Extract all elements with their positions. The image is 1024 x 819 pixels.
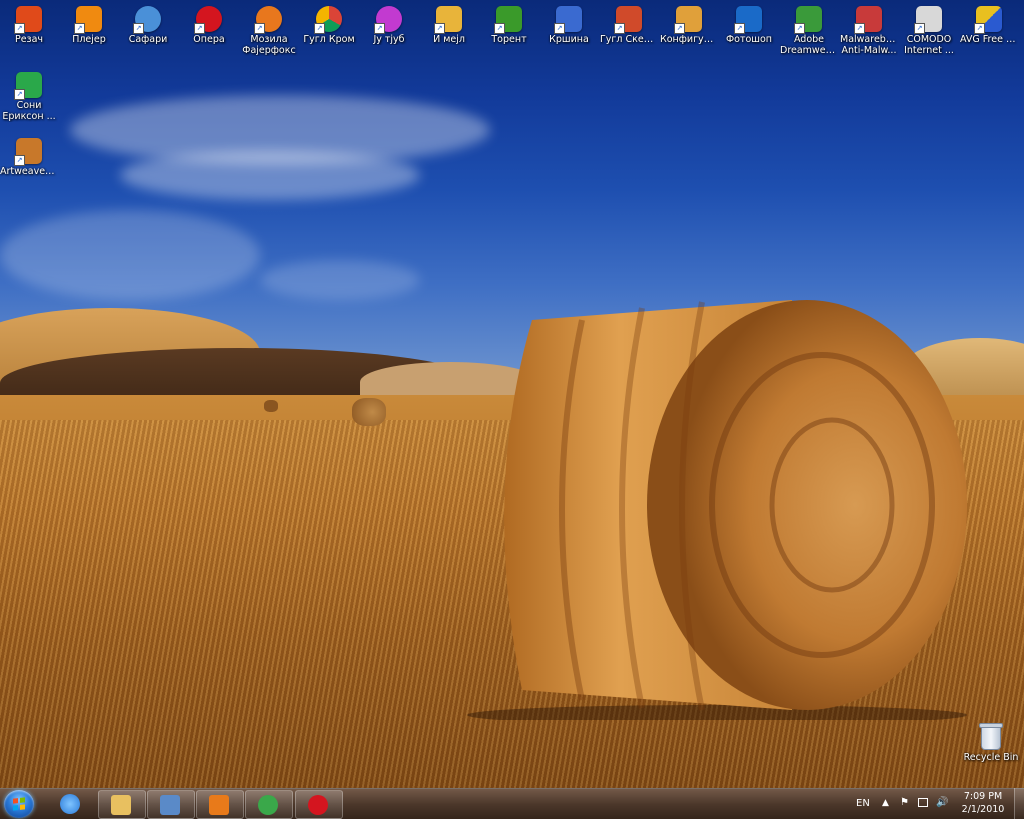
show-hidden-icons-icon[interactable]: ▲ (882, 798, 892, 808)
desktop-icon[interactable]: ↗ Фотошоп (720, 2, 778, 45)
media-center-icon (160, 795, 180, 815)
desktop-icon[interactable]: ↗ Опера (180, 2, 238, 45)
volume-icon[interactable]: 🔊 (936, 798, 948, 808)
hay-bale (467, 300, 967, 720)
desktop-icon-label: AVG Free 9.0 (960, 34, 1018, 45)
hay-bale-distant (352, 398, 386, 426)
desktop-icon[interactable]: ↗ Adobe Dreamwea... (780, 2, 838, 56)
desktop-icon[interactable]: ↗ Кршина (540, 2, 598, 45)
desktop-icon[interactable]: ↗ Мозила Фајерфокс (240, 2, 298, 56)
desktop[interactable]: ↗ Резач ↗ Плејер ↗ Сафари ↗ Опера ↗ Мози… (0, 0, 1024, 819)
desktop-icon[interactable]: ↗ Резач (0, 2, 58, 45)
scissors-icon: ↗ (14, 6, 42, 34)
system-clock[interactable]: 7:09 PM 2/1/2010 (955, 790, 1011, 816)
opera-icon (308, 795, 328, 815)
desktop-icon-label: Artweaver 0.5 (0, 166, 58, 177)
desktop-icon-label: Фотошоп (725, 34, 773, 45)
desktop-icon-label: Торент (491, 34, 527, 45)
email-icon: ↗ (434, 6, 462, 34)
desktop-icon[interactable]: ↗ Ју тјуб (360, 2, 418, 45)
desktop-icon[interactable]: ↗ Плејер (60, 2, 118, 45)
firefox-icon: ↗ (254, 6, 282, 34)
clock-date: 2/1/2010 (961, 804, 1005, 815)
chrome-icon: ↗ (314, 6, 342, 34)
wallpaper-cloud (120, 150, 420, 200)
desktop-icon[interactable]: ↗ COMODO Internet ... (900, 2, 958, 56)
show-desktop-button[interactable] (1014, 788, 1024, 819)
recycle-bin-icon (979, 723, 1003, 750)
desktop-icon-label: Плејер (72, 34, 106, 45)
desktop-icon-label: COMODO Internet ... (904, 34, 954, 56)
desktop-icon[interactable]: ↗ Malwareby... Anti-Malw... (840, 2, 898, 56)
opera-icon: ↗ (194, 6, 222, 34)
desktop-icon-label: Malwareby... Anti-Malw... (840, 34, 898, 56)
desktop-icon[interactable]: ↗ Торент (480, 2, 538, 45)
windows-start-icon (13, 797, 25, 811)
desktop-icon[interactable]: ↗ Гугл СкечАп (600, 2, 658, 45)
desktop-icon[interactable]: ↗ И мејл (420, 2, 478, 45)
desktop-icon[interactable]: ↗ Сони Ериксон ... (0, 68, 58, 122)
avg-icon: ↗ (974, 6, 1002, 34)
youtube-icon: ↗ (374, 6, 402, 34)
taskbar-opera[interactable] (295, 790, 343, 819)
recycle-folder-icon: ↗ (554, 6, 582, 34)
photoshop-icon: ↗ (734, 6, 762, 34)
desktop-icon-label: Резач (14, 34, 44, 45)
vlc-cone-icon: ↗ (74, 6, 102, 34)
utorrent-icon: ↗ (494, 6, 522, 34)
dreamweaver-icon: ↗ (794, 6, 822, 34)
sony-ericsson-icon: ↗ (14, 72, 42, 100)
desktop-icon-label: Сони Ериксон ... (2, 100, 56, 122)
desktop-icon-label: Мозила Фајерфокс (242, 34, 296, 56)
wallpaper-cloud (260, 260, 420, 300)
taskbar-internet-explorer[interactable] (48, 790, 94, 817)
taskbar-media-player[interactable] (196, 790, 244, 819)
artweaver-icon: ↗ (14, 138, 42, 166)
messenger-icon (258, 795, 278, 815)
safari-compass-icon: ↗ (133, 6, 161, 34)
desktop-icon-label: Гугл Кром (303, 34, 355, 45)
desktop-icon-label: Гугл СкечАп (600, 34, 658, 45)
desktop-icon-label: Конфигур... (660, 34, 718, 45)
desktop-icon[interactable]: ↗ Artweaver 0.5 (0, 134, 58, 177)
network-icon[interactable] (918, 798, 928, 807)
desktop-icon-label: Ју тјуб (373, 34, 405, 45)
explorer-folder-icon (111, 795, 131, 815)
desktop-icon[interactable]: ↗ Конфигур... (660, 2, 718, 45)
taskbar-explorer[interactable] (98, 790, 146, 819)
wallpaper-cloud (0, 210, 260, 300)
clock-time: 7:09 PM (963, 791, 1003, 802)
desktop-icon[interactable]: ↗ AVG Free 9.0 (960, 2, 1018, 45)
desktop-icon[interactable]: ↗ Сафари (119, 2, 177, 45)
taskbar-messenger[interactable] (245, 790, 293, 819)
desktop-icon-label: Adobe Dreamwea... (780, 34, 838, 56)
hay-bale-distant (264, 400, 278, 412)
internet-explorer-icon (60, 794, 80, 814)
start-button[interactable] (4, 790, 34, 818)
sketchup-icon: ↗ (614, 6, 642, 34)
recycle-bin[interactable]: Recycle Bin (962, 723, 1020, 763)
malwarebytes-icon: ↗ (854, 6, 882, 34)
comodo-icon: ↗ (914, 6, 942, 34)
recycle-bin-label: Recycle Bin (963, 752, 1019, 763)
action-center-flag-icon[interactable]: ⚑ (900, 798, 910, 808)
media-player-icon (209, 795, 229, 815)
desktop-icon-label: Кршина (549, 34, 589, 45)
config-icon: ↗ (674, 6, 702, 34)
desktop-icon-label: И мејл (433, 34, 465, 45)
desktop-icon-label: Сафари (128, 34, 168, 45)
desktop-icon-label: Опера (193, 34, 225, 45)
desktop-icon[interactable]: ↗ Гугл Кром (300, 2, 358, 45)
language-indicator[interactable]: EN (856, 788, 870, 819)
taskbar-media-center[interactable] (147, 790, 195, 819)
